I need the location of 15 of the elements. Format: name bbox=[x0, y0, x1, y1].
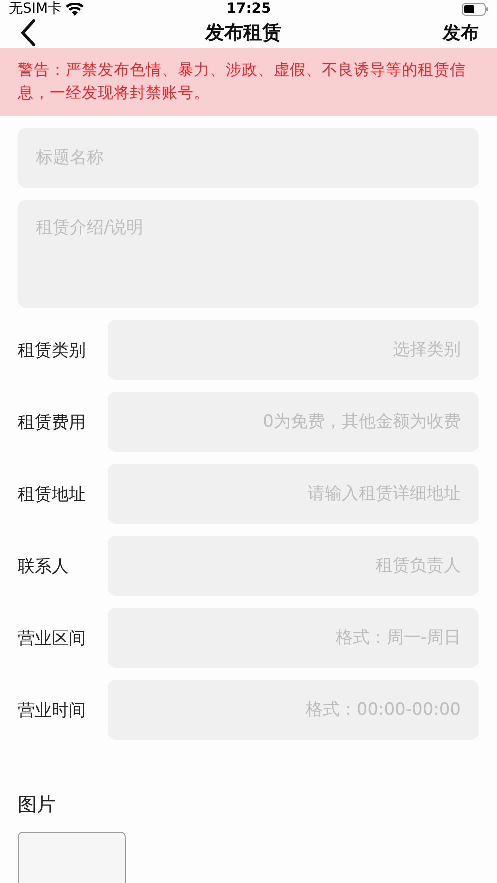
field-label: 营业区间 bbox=[18, 628, 87, 650]
wifi-icon bbox=[66, 2, 84, 16]
field-label: 租赁类别 bbox=[18, 340, 87, 362]
image-upload-button[interactable] bbox=[18, 832, 126, 883]
field-label: 营业时间 bbox=[18, 700, 87, 722]
field-label: 租赁费用 bbox=[18, 412, 87, 434]
warning-text: 警告：严禁发布色情、暴力、涉政、虚假、不良诱导等的租赁信息，一经发现将封禁账号。 bbox=[18, 60, 467, 104]
page-title: 发布租赁 bbox=[206, 21, 282, 46]
field-label: 租赁地址 bbox=[18, 484, 87, 506]
status-time: 17:25 bbox=[226, 1, 272, 17]
battery-icon bbox=[462, 2, 490, 16]
field-label: 联系人 bbox=[18, 556, 70, 578]
section-label: 图片 bbox=[18, 793, 57, 818]
carrier-label: 无SIM卡 bbox=[9, 0, 62, 18]
publish-button[interactable]: 发布 bbox=[443, 21, 479, 45]
